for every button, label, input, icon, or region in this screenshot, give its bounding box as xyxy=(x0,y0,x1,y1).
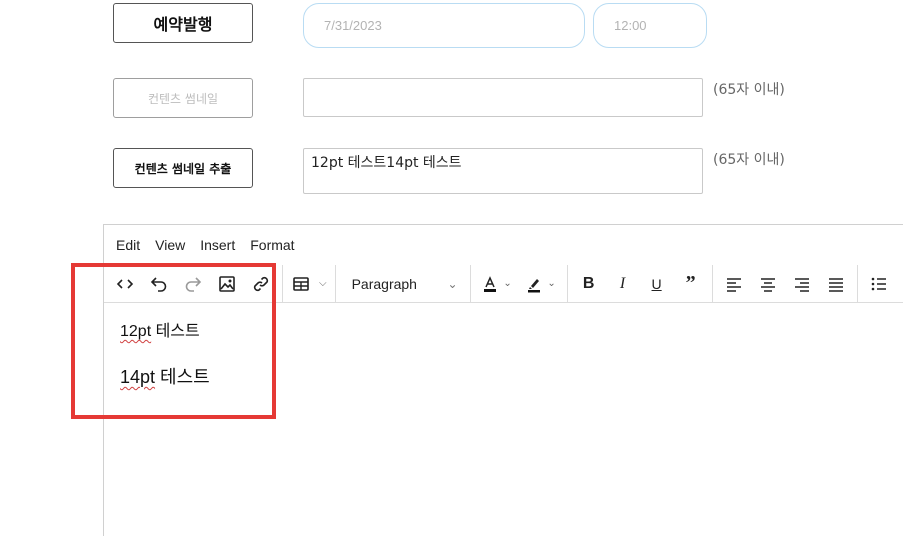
block-format-value: Paragraph xyxy=(351,275,417,292)
thumbnail-hint: (65자 이내) xyxy=(713,82,785,98)
underline-icon[interactable]: U xyxy=(640,269,674,299)
menu-edit[interactable]: Edit xyxy=(116,237,140,253)
chevron-down-icon: ⌄ xyxy=(447,276,458,291)
bold-icon[interactable]: B xyxy=(572,269,606,299)
text-color-icon[interactable]: ⌄ xyxy=(475,269,519,299)
date-input[interactable]: 7/31/2023 xyxy=(303,3,585,48)
editor-menubar: Edit View Insert Format xyxy=(104,225,903,265)
blockquote-icon[interactable]: ” xyxy=(674,269,708,299)
extract-hint: (65자 이내) xyxy=(713,152,785,168)
thumbnail-field[interactable] xyxy=(303,78,703,117)
time-input[interactable]: 12:00 xyxy=(593,3,707,48)
thumbnail-button[interactable]: 컨텐츠 썸네일 xyxy=(113,78,253,118)
align-right-icon[interactable] xyxy=(785,269,819,299)
menu-format[interactable]: Format xyxy=(250,237,294,253)
align-left-icon[interactable] xyxy=(717,269,751,299)
menu-view[interactable]: View xyxy=(155,237,185,253)
extract-thumbnail-button[interactable]: 컨텐츠 썸네일 추출 xyxy=(113,148,253,188)
align-justify-icon[interactable] xyxy=(819,269,853,299)
block-format-select[interactable]: Paragraph ⌄ xyxy=(340,269,466,299)
menu-insert[interactable]: Insert xyxy=(200,237,235,253)
chevron-down-icon[interactable]: ⌵ xyxy=(319,278,327,289)
align-center-icon[interactable] xyxy=(751,269,785,299)
chevron-down-icon: ⌄ xyxy=(503,278,512,289)
italic-icon[interactable]: I xyxy=(606,269,640,299)
bullet-list-icon[interactable] xyxy=(862,269,896,299)
annotation-highlight-box xyxy=(71,263,276,419)
extract-field[interactable]: 12pt 테스트14pt 테스트 xyxy=(303,148,703,194)
highlight-color-icon[interactable]: ⌄ xyxy=(519,269,563,299)
publish-button[interactable]: 예약발행 xyxy=(113,3,253,43)
chevron-down-icon: ⌄ xyxy=(547,278,556,289)
table-icon[interactable] xyxy=(287,269,315,299)
